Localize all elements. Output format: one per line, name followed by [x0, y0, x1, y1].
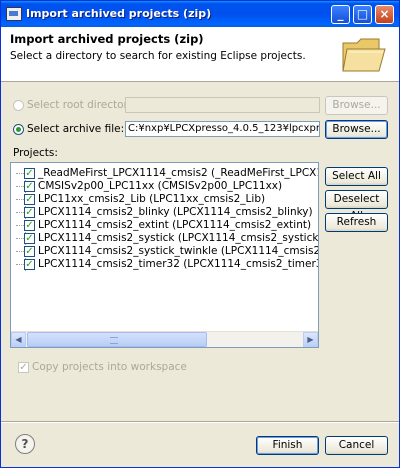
- header-title: Import archived projects (zip): [10, 32, 204, 46]
- archive-file-option[interactable]: Select archive file:: [13, 123, 124, 135]
- root-browse-button[interactable]: Browse...: [325, 96, 388, 115]
- scroll-right-icon[interactable]: ▶: [303, 332, 318, 347]
- archive-file-input[interactable]: C:¥nxp¥LPCXpresso_4.0.5_123¥lpcxpresso¥E: [125, 121, 320, 137]
- select-all-button[interactable]: Select All: [325, 167, 388, 186]
- folder-icon: [342, 38, 386, 72]
- list-item[interactable]: ✓ LPCX1114_cmsis2_systick_twinkle (LPCX11…: [16, 245, 318, 258]
- root-directory-option[interactable]: Select root directory:: [13, 99, 137, 111]
- projects-list[interactable]: ✓ _ReadMeFirst_LPCX1114_cmsis2 (_ReadMeFi…: [10, 162, 319, 348]
- archive-file-radio[interactable]: [13, 123, 24, 135]
- project-checkbox[interactable]: ✓: [24, 180, 35, 192]
- title-bar[interactable]: Import archived projects (zip) _ □ ×: [1, 1, 399, 27]
- copy-projects-option[interactable]: ✓ Copy projects into workspace: [18, 361, 187, 373]
- scroll-left-icon[interactable]: ◀: [11, 332, 26, 347]
- archive-file-label: Select archive file:: [27, 123, 125, 135]
- list-item[interactable]: ✓ LPCX1114_cmsis2_systick (LPCX1114_cmsis…: [16, 232, 318, 245]
- root-directory-label: Select root directory:: [27, 99, 137, 111]
- window-title: Import archived projects (zip): [26, 7, 212, 20]
- archive-browse-button[interactable]: Browse...: [325, 120, 388, 139]
- help-icon[interactable]: ?: [15, 434, 35, 454]
- projects-label: Projects:: [13, 147, 58, 159]
- header-description: Select a directory to search for existin…: [10, 50, 306, 62]
- import-dialog: Import archived projects (zip) _ □ × Imp…: [0, 0, 400, 468]
- copy-projects-label: Copy projects into workspace: [32, 361, 187, 373]
- list-item[interactable]: ✓ LPCX1114_cmsis2_extint (LPCX1114_cmsis2…: [16, 219, 311, 232]
- project-checkbox[interactable]: ✓: [24, 245, 35, 257]
- list-item[interactable]: ✓ _ReadMeFirst_LPCX1114_cmsis2 (_ReadMeFi…: [16, 167, 318, 180]
- project-checkbox[interactable]: ✓: [24, 258, 35, 270]
- project-checkbox[interactable]: ✓: [24, 219, 35, 231]
- project-checkbox[interactable]: ✓: [24, 193, 35, 205]
- minimize-button[interactable]: _: [331, 5, 350, 24]
- root-directory-input[interactable]: [125, 97, 320, 113]
- list-item[interactable]: ✓ CMSISv2p00_LPC11xx (CMSISv2p00_LPC11xx): [16, 180, 282, 193]
- wizard-header: Import archived projects (zip) Select a …: [1, 27, 399, 82]
- footer-divider: [1, 421, 399, 423]
- copy-projects-checkbox[interactable]: ✓: [18, 361, 29, 373]
- deselect-all-button[interactable]: Deselect All: [325, 190, 388, 222]
- list-item[interactable]: ✓ LPCX1114_cmsis2_timer32 (LPCX1114_cmsis…: [16, 258, 318, 271]
- finish-button[interactable]: Finish: [256, 436, 319, 455]
- cancel-button[interactable]: Cancel: [325, 436, 388, 455]
- eclipse-window-icon: [6, 7, 22, 21]
- root-directory-radio[interactable]: [13, 99, 24, 111]
- close-button[interactable]: ×: [375, 5, 394, 24]
- scroll-thumb[interactable]: [27, 332, 207, 347]
- horizontal-scrollbar[interactable]: ◀ ▶: [11, 331, 318, 347]
- maximize-button[interactable]: □: [353, 5, 372, 24]
- list-item[interactable]: ✓ LPC11xx_cmsis2_Lib (LPC11xx_cmsis2_Lib): [16, 193, 265, 206]
- project-checkbox[interactable]: ✓: [24, 167, 35, 179]
- list-item[interactable]: ✓ LPCX1114_cmsis2_blinky (LPCX1114_cmsis2…: [16, 206, 313, 219]
- project-checkbox[interactable]: ✓: [24, 206, 35, 218]
- refresh-button[interactable]: Refresh: [325, 213, 388, 232]
- project-checkbox[interactable]: ✓: [24, 232, 35, 244]
